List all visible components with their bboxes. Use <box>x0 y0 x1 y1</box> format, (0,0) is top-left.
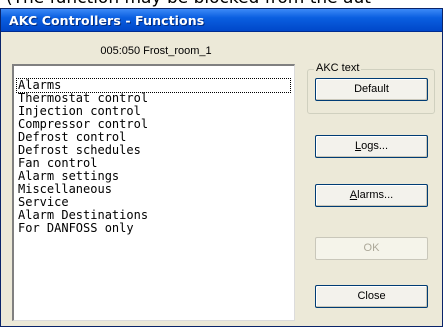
caption-text: (The function may be blocked from the au… <box>6 0 371 8</box>
ok-button[interactable]: OK <box>315 237 428 260</box>
functions-listbox[interactable]: Alarms Thermostat control Injection contro… <box>12 64 295 321</box>
title-bar[interactable]: AKC Controllers - Functions <box>1 9 442 32</box>
alarms-button[interactable]: Alarms... <box>315 184 428 207</box>
background-document-caption: (The function may be blocked from the au… <box>0 0 443 8</box>
list-item[interactable]: For DANFOSS only <box>17 222 135 235</box>
close-button[interactable]: Close <box>315 285 428 308</box>
alarms-label-rest: larms... <box>357 189 394 201</box>
window-title: AKC Controllers - Functions <box>9 13 205 28</box>
logs-label-rest: ogs... <box>361 140 389 152</box>
akc-functions-dialog: AKC Controllers - Functions 005:050 Fros… <box>0 8 443 327</box>
akc-text-legend: AKC text <box>314 62 362 74</box>
controller-label: 005:050 Frost_room_1 <box>100 45 212 57</box>
logs-button[interactable]: Logs... <box>315 135 428 158</box>
default-button[interactable]: Default <box>315 78 428 101</box>
